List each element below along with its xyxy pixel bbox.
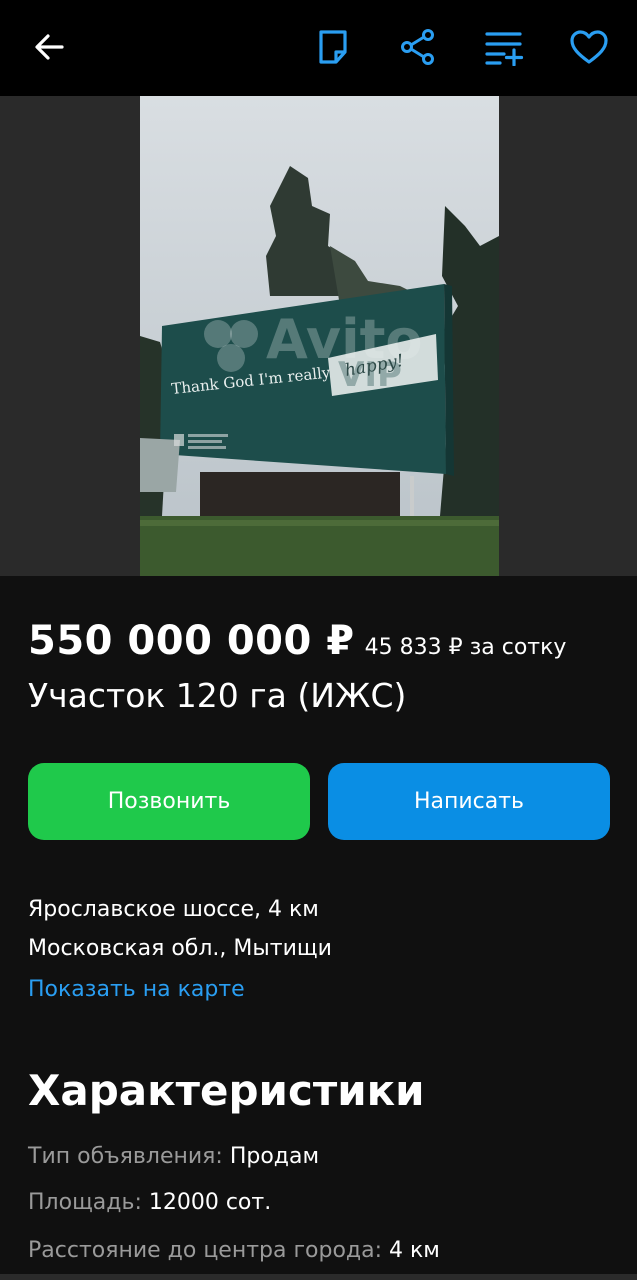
- show-on-map-link[interactable]: Показать на карте: [28, 977, 245, 1002]
- bottom-divider: [0, 1274, 637, 1280]
- call-button[interactable]: Позвонить: [28, 763, 310, 840]
- address-line-1: Ярославское шоссе, 4 км: [28, 897, 319, 922]
- compare-list-icon[interactable]: [481, 24, 527, 70]
- listing-photo[interactable]: Avito Thank God I'm really VIP happy!: [140, 96, 499, 576]
- characteristic-row: Тип объявления: Продам: [28, 1144, 319, 1169]
- price-row: 550 000 000 ₽ 45 833 ₽ за сотку: [28, 618, 628, 668]
- characteristic-key: Тип объявления:: [28, 1144, 230, 1169]
- characteristic-value: Продам: [229, 1144, 320, 1169]
- characteristic-value: 12000 сот.: [148, 1190, 272, 1215]
- back-arrow-icon[interactable]: [26, 24, 72, 70]
- address-line-2: Московская обл., Мытищи: [28, 936, 332, 961]
- characteristic-key: Расстояние до центра города:: [28, 1238, 390, 1263]
- characteristic-value: 4 км: [389, 1238, 440, 1263]
- characteristic-row: Расстояние до центра города: 4 км: [28, 1238, 440, 1263]
- share-icon[interactable]: [395, 24, 441, 70]
- heart-icon[interactable]: [566, 24, 612, 70]
- characteristic-row: Площадь: 12000 сот.: [28, 1190, 271, 1215]
- photo-gallery[interactable]: Avito Thank God I'm really VIP happy!: [0, 96, 637, 576]
- listing-title: Участок 120 га (ИЖС): [28, 676, 407, 715]
- top-app-bar: [0, 0, 637, 96]
- characteristics-title: Характеристики: [28, 1066, 425, 1115]
- characteristic-key: Площадь:: [28, 1190, 149, 1215]
- price: 550 000 000 ₽: [28, 618, 355, 664]
- price-per-sotka: 45 833 ₽ за сотку: [364, 635, 567, 660]
- write-message-button[interactable]: Написать: [328, 763, 610, 840]
- note-icon[interactable]: [310, 24, 356, 70]
